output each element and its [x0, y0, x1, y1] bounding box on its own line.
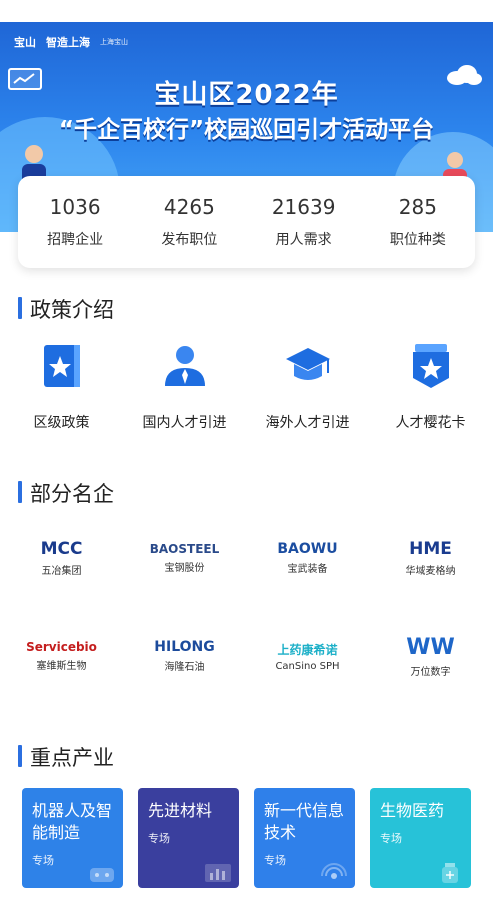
partner-logos: 宝山 智造上海 上海宝山 — [14, 34, 128, 50]
company-subname: 五冶集团 — [41, 566, 82, 577]
stat-value: 285 — [398, 195, 437, 219]
section-title-companies: 部分名企 — [18, 478, 114, 508]
stat-item[interactable]: 4265 发布职位 — [132, 195, 246, 249]
robot-icon — [90, 868, 114, 882]
stat-label: 职位种类 — [389, 232, 446, 248]
company-name: HME — [409, 539, 452, 559]
industry-name: 新一代信息技术 — [264, 801, 345, 842]
company-subname: 海隆石油 — [164, 662, 205, 673]
hero-title-line1: 宝山区2022年 — [154, 80, 339, 110]
company-logo-hme[interactable]: HME 华域麦格纳 — [369, 528, 492, 588]
company-name: BAOWU — [277, 541, 338, 557]
industry-name: 生物医药 — [380, 801, 445, 820]
hero-title-line2: “千企百校行”校园巡回引才活动平台 — [58, 117, 435, 143]
company-subname: 宝武装备 — [287, 564, 328, 575]
status-bar-gap — [0, 0, 493, 22]
stat-label: 用人需求 — [275, 232, 332, 248]
company-logo-cansino[interactable]: 上药康希诺 CanSino SPH — [246, 626, 369, 686]
logo: 上海宝山 — [100, 38, 128, 46]
medicine-bottle-icon — [442, 863, 458, 883]
company-name: HILONG — [154, 639, 215, 655]
industry-card-it[interactable]: 新一代信息技术 专场 — [254, 788, 355, 888]
signal-icon — [321, 863, 347, 879]
company-row: Servicebio 塞维斯生物 HILONG 海隆石油 上药康希诺 CanSi… — [0, 626, 493, 686]
company-name: WW — [406, 634, 455, 660]
company-subname: CanSino SPH — [275, 660, 340, 672]
company-logo-wanwei[interactable]: WW 万位数字 — [369, 626, 492, 686]
company-name: Servicebio — [26, 640, 97, 654]
stat-value: 4265 — [163, 195, 215, 219]
policy-label: 海外人才引进 — [265, 415, 350, 431]
policy-grid: 区级政策 国内人才引进 海外人才引进 人才樱花卡 — [0, 338, 493, 432]
company-name: 上药康希诺 — [277, 642, 338, 657]
industry-card-robotics[interactable]: 机器人及智能制造 专场 — [22, 788, 123, 888]
stat-item[interactable]: 21639 用人需求 — [247, 195, 361, 249]
book-star-icon — [43, 345, 80, 387]
stat-item[interactable]: 1036 招聘企业 — [18, 195, 132, 249]
policy-item-domestic[interactable]: 国内人才引进 — [123, 338, 246, 432]
policy-label: 区级政策 — [33, 415, 90, 431]
policy-item-overseas[interactable]: 海外人才引进 — [246, 338, 369, 432]
logo: 智造上海 — [46, 36, 90, 49]
policy-item-sakura-card[interactable]: 人才樱花卡 — [369, 338, 492, 432]
badge-star-icon — [412, 344, 449, 388]
bar-chart-icon — [205, 864, 231, 882]
company-subname: 宝钢股份 — [164, 563, 205, 574]
stat-label: 发布职位 — [161, 232, 218, 248]
industry-sub: 专场 — [148, 832, 170, 845]
section-title-policy: 政策介绍 — [18, 294, 114, 324]
logo: 宝山 — [14, 36, 36, 49]
company-subname: 塞维斯生物 — [36, 661, 87, 672]
stat-value: 1036 — [49, 195, 101, 219]
stats-card: 1036 招聘企业 4265 发布职位 21639 用人需求 285 职位种类 — [18, 176, 475, 268]
company-logo-baowu[interactable]: BAOWU 宝武装备 — [246, 528, 369, 588]
company-subname: 万位数字 — [410, 666, 451, 678]
company-logo-baosteel[interactable]: BAOSTEEL 宝钢股份 — [123, 528, 246, 588]
company-name: MCC — [40, 539, 83, 559]
company-row: MCC 五冶集团 BAOSTEEL 宝钢股份 BAOWU 宝武装备 HME 华域… — [0, 528, 493, 588]
graduation-cap-icon — [285, 348, 330, 380]
industry-card-materials[interactable]: 先进材料 专场 — [138, 788, 239, 888]
company-logo-hilong[interactable]: HILONG 海隆石油 — [123, 626, 246, 686]
industry-grid: 机器人及智能制造 专场 先进材料 专场 新一代信息技术 专场 生物医药 专场 — [22, 788, 474, 888]
person-icon — [164, 346, 205, 386]
industry-sub: 专场 — [380, 832, 402, 845]
policy-label: 人才樱花卡 — [395, 415, 466, 431]
industry-name: 先进材料 — [148, 801, 213, 820]
company-logo-servicebio[interactable]: Servicebio 塞维斯生物 — [0, 626, 123, 686]
stat-label: 招聘企业 — [47, 232, 104, 248]
policy-label: 国内人才引进 — [142, 415, 227, 431]
industry-card-biomed[interactable]: 生物医药 专场 — [370, 788, 471, 888]
stat-item[interactable]: 285 职位种类 — [361, 195, 475, 249]
company-logo-mcc[interactable]: MCC 五冶集团 — [0, 528, 123, 588]
section-title-industries: 重点产业 — [18, 742, 114, 772]
stat-value: 21639 — [271, 195, 336, 219]
policy-item-district[interactable]: 区级政策 — [0, 338, 123, 432]
industry-name: 机器人及智能制造 — [32, 801, 113, 842]
company-subname: 华域麦格纳 — [405, 566, 456, 577]
company-name: BAOSTEEL — [149, 542, 220, 556]
